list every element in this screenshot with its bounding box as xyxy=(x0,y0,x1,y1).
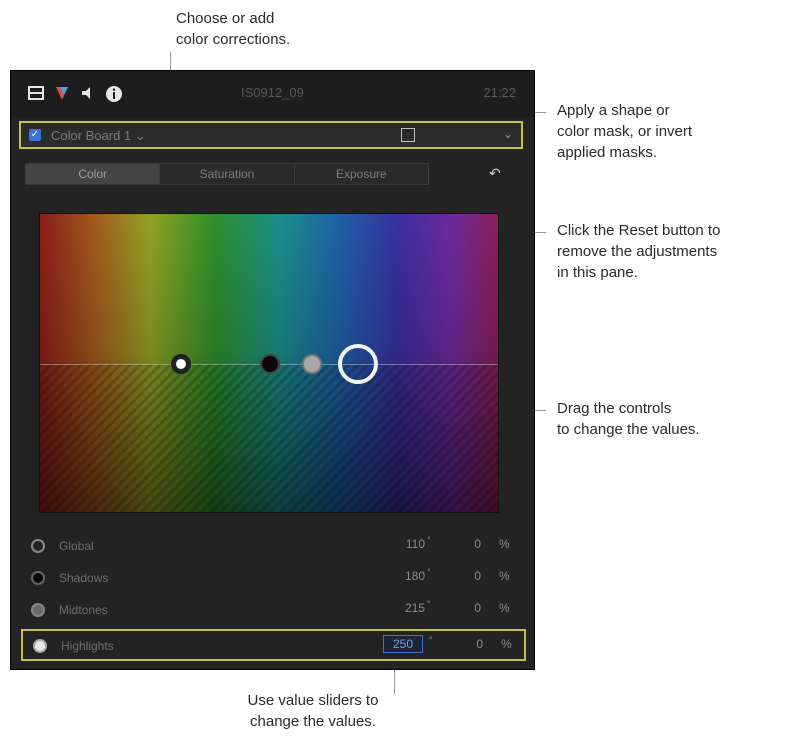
percent-value[interactable]: 0 xyxy=(469,601,481,615)
value-label: Midtones xyxy=(59,603,108,617)
clip-duration: 21:22 xyxy=(483,85,516,100)
color-correction-name: Color Board 1 xyxy=(51,128,132,143)
percent-unit: % xyxy=(499,601,510,615)
value-label: Shadows xyxy=(59,571,109,585)
value-row-midtones: Midtones 215 ° 0 % xyxy=(21,595,526,627)
tab-color[interactable]: Color xyxy=(26,164,161,184)
mask-icon[interactable] xyxy=(401,128,415,142)
puck-highlights[interactable] xyxy=(338,344,378,384)
audio-icon[interactable] xyxy=(79,85,97,103)
callout-drag: Drag the controls to change the values. xyxy=(557,400,700,438)
tab-saturation[interactable]: Saturation xyxy=(160,164,295,184)
percent-value[interactable]: 0 xyxy=(469,537,481,551)
percent-unit: % xyxy=(499,537,510,551)
chevron-down-icon: ⌄ xyxy=(134,128,146,143)
angle-value[interactable]: 215 xyxy=(381,601,425,615)
inspector-toolbar: IS0912_09 21:22 xyxy=(11,71,534,117)
value-row-highlights: Highlights 250 ° 0 % xyxy=(21,629,526,661)
degree-icon: ° xyxy=(427,567,431,577)
percent-unit: % xyxy=(501,637,512,651)
puck-global[interactable] xyxy=(171,354,191,374)
degree-icon: ° xyxy=(429,635,433,645)
color-inspector-icon[interactable] xyxy=(53,85,71,103)
reset-icon[interactable]: ↶ xyxy=(489,165,501,182)
callout-reset: Click the Reset button to remove the adj… xyxy=(557,222,721,281)
degree-icon: ° xyxy=(427,535,431,545)
puck-midtones[interactable] xyxy=(302,354,322,374)
midtones-icon xyxy=(31,603,45,617)
clip-name: IS0912_09 xyxy=(241,85,304,100)
chevron-down-icon[interactable]: ⌄ xyxy=(503,127,513,141)
shadows-icon xyxy=(31,571,45,585)
color-correction-popup[interactable]: Color Board 1 ⌄ xyxy=(51,128,146,144)
percent-value[interactable]: 0 xyxy=(471,637,483,651)
callout-mask: Apply a shape or color mask, or invert a… xyxy=(557,102,693,161)
percent-unit: % xyxy=(499,569,510,583)
value-rows: Global 110 ° 0 % Shadows 180 ° 0 % Midto… xyxy=(21,531,526,661)
value-row-shadows: Shadows 180 ° 0 % xyxy=(21,563,526,595)
board-hatch xyxy=(40,364,498,512)
percent-value[interactable]: 0 xyxy=(469,569,481,583)
tab-exposure[interactable]: Exposure xyxy=(295,164,428,184)
color-board[interactable] xyxy=(39,213,499,513)
angle-value[interactable]: 110 xyxy=(381,537,425,551)
info-icon[interactable] xyxy=(105,85,123,103)
color-board-row: ✓ Color Board 1 ⌄ ⌄ xyxy=(19,121,523,149)
callout-color-corrections: Choose or add color corrections. xyxy=(176,10,291,48)
puck-shadows[interactable] xyxy=(260,354,280,374)
angle-value[interactable]: 180 xyxy=(381,569,425,583)
film-icon[interactable] xyxy=(27,85,45,103)
value-row-global: Global 110 ° 0 % xyxy=(21,531,526,563)
angle-value-slider[interactable]: 250 xyxy=(383,635,423,653)
highlights-icon xyxy=(33,639,47,653)
callout-sliders: Use value sliders to change the values. xyxy=(247,692,379,730)
enable-checkbox[interactable]: ✓ xyxy=(29,129,41,141)
color-board-tabs: Color Saturation Exposure xyxy=(25,163,429,185)
global-icon xyxy=(31,539,45,553)
value-label: Highlights xyxy=(61,639,114,653)
degree-icon: ° xyxy=(427,599,431,609)
value-label: Global xyxy=(59,539,94,553)
color-inspector-panel: IS0912_09 21:22 ✓ Color Board 1 ⌄ ⌄ Colo… xyxy=(10,70,535,670)
